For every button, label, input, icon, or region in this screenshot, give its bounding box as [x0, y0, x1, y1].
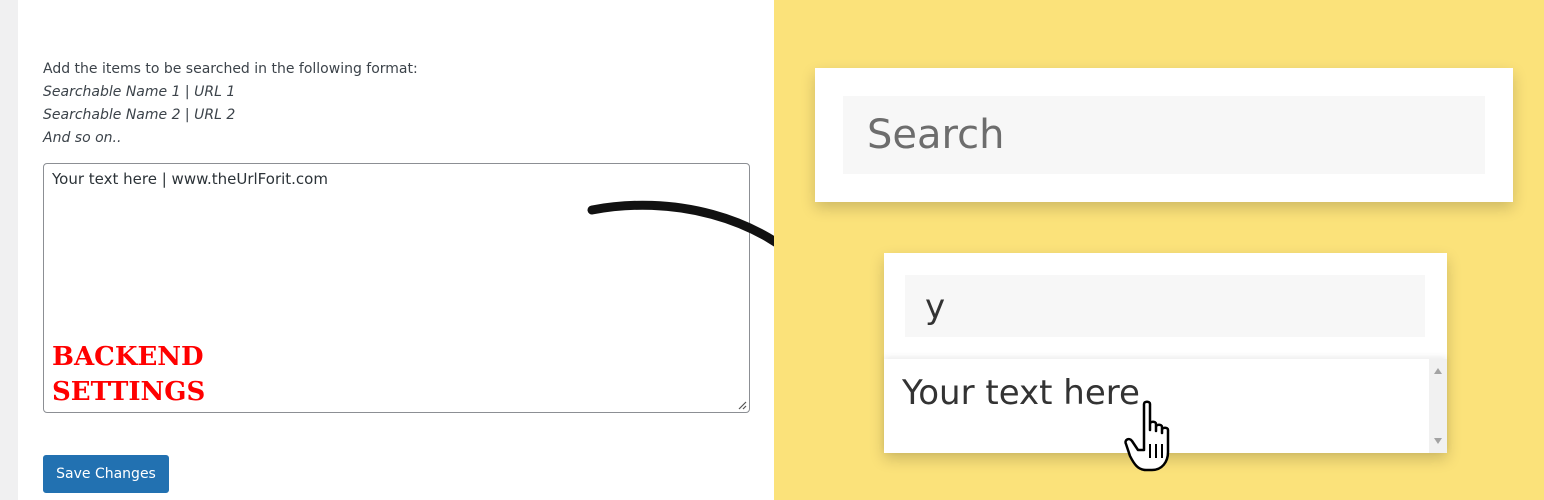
save-changes-button[interactable]: Save Changes: [43, 455, 169, 493]
search-query-text: y: [925, 287, 946, 327]
search-input[interactable]: Search: [843, 96, 1485, 174]
search-widget-empty: Search: [815, 68, 1513, 202]
format-instructions: Add the items to be searched in the foll…: [43, 58, 418, 150]
search-placeholder: Search: [867, 112, 1005, 158]
scroll-up-icon[interactable]: [1434, 368, 1442, 374]
instructions-line-1: Add the items to be searched in the foll…: [43, 61, 418, 77]
scroll-down-icon[interactable]: [1434, 438, 1442, 444]
backend-label-line-1: BACKEND: [52, 342, 204, 372]
instructions-line-4: And so on..: [43, 130, 122, 146]
backend-settings-label: BACKEND SETTINGS: [52, 340, 205, 410]
resize-grip-icon[interactable]: [737, 400, 747, 410]
instructions-line-2: Searchable Name 1 | URL 1: [43, 84, 236, 100]
suggestion-item[interactable]: Your text here: [902, 373, 1140, 413]
textarea-value: Your text here | www.theUrlForit.com: [52, 170, 328, 188]
dropdown-scrollbar[interactable]: [1429, 359, 1447, 453]
instructions-line-3: Searchable Name 2 | URL 2: [43, 107, 236, 123]
backend-label-line-2: SETTINGS: [52, 377, 206, 407]
hand-pointer-icon: [1124, 400, 1170, 472]
search-input-typed[interactable]: y: [905, 275, 1425, 337]
admin-sidebar-gutter: [0, 0, 18, 500]
